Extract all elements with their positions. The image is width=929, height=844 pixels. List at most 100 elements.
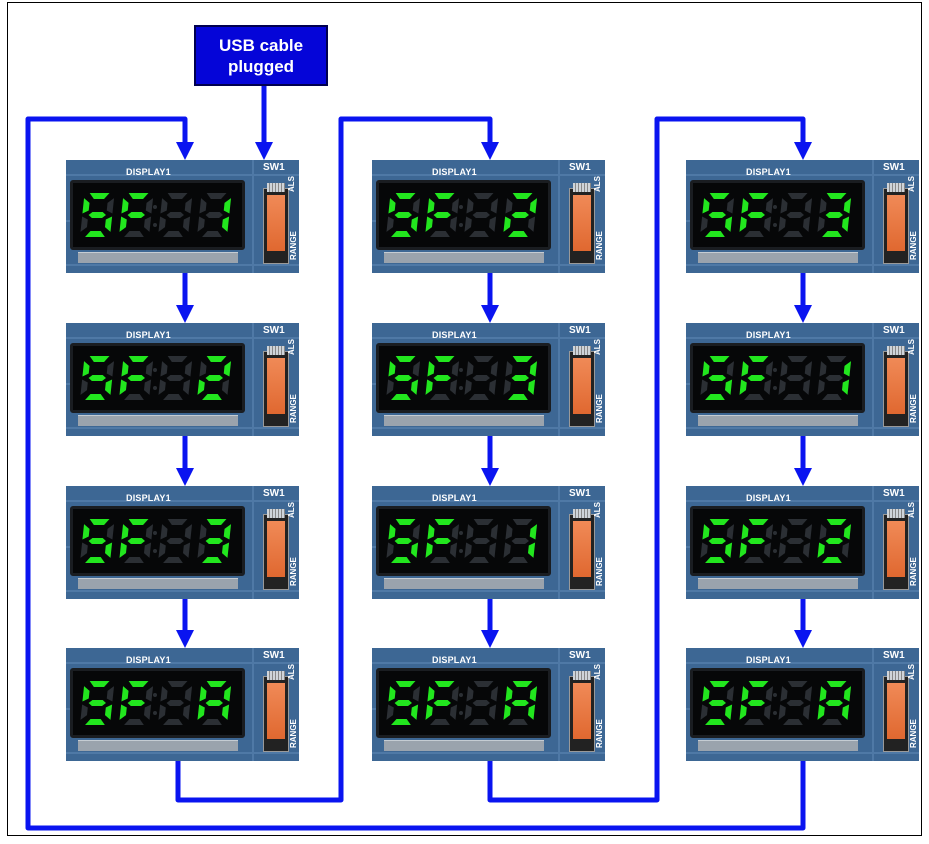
- segment-g: [205, 538, 223, 544]
- segment-e: [778, 379, 786, 395]
- segment-e: [119, 704, 127, 720]
- segment-d: [822, 231, 842, 237]
- segment-d: [469, 394, 489, 400]
- digit-2: [425, 193, 460, 237]
- colon-dot: [459, 205, 463, 209]
- segment-a: [395, 519, 416, 525]
- segment-g: [205, 212, 223, 218]
- down-arrow-icon: [794, 468, 812, 486]
- digit-4: [817, 356, 852, 400]
- segment-b: [223, 524, 232, 540]
- display1-label: DISPLAY1: [126, 167, 171, 177]
- segment-f: [702, 524, 710, 540]
- segment-b: [726, 686, 735, 702]
- segment-g: [433, 375, 451, 381]
- segment-a: [167, 356, 188, 362]
- segment-e: [197, 216, 205, 232]
- range-label: RANGE: [595, 231, 604, 260]
- pcb-trace: [372, 174, 605, 176]
- segment-f: [780, 361, 788, 377]
- segment-b: [451, 686, 460, 702]
- segment-g: [786, 212, 804, 218]
- range-label: RANGE: [595, 719, 604, 748]
- segment-f: [82, 198, 90, 214]
- segment-a: [826, 519, 847, 525]
- display-bezel: [698, 252, 858, 263]
- switch-pad: [267, 183, 285, 192]
- segment-a: [826, 193, 847, 199]
- segment-b: [529, 524, 538, 540]
- digit-1: [80, 681, 115, 725]
- segment-e: [425, 216, 433, 232]
- segment-c: [143, 542, 152, 558]
- segment-a: [89, 681, 110, 687]
- switch-pad: [573, 671, 591, 680]
- pcb-trace: [66, 174, 299, 176]
- pcb-trace: [558, 160, 560, 273]
- segment-g: [825, 538, 843, 544]
- segment-g: [394, 700, 412, 706]
- segment-g: [472, 538, 490, 544]
- segment-d: [508, 394, 528, 400]
- segment-c: [527, 216, 536, 232]
- segment-c: [527, 379, 536, 395]
- segment-d: [705, 719, 725, 725]
- segment-d: [469, 557, 489, 563]
- digit-2: [119, 681, 154, 725]
- slide-switch: [883, 183, 909, 264]
- segment-c: [221, 379, 230, 395]
- sw1-label: SW1: [569, 325, 591, 336]
- segment-c: [449, 216, 458, 232]
- segment-e: [503, 379, 511, 395]
- segment-b: [145, 686, 154, 702]
- segment-g: [511, 538, 529, 544]
- seven-segment-display: [376, 343, 551, 413]
- pcb-trace: [66, 662, 299, 664]
- segment-c: [724, 704, 733, 720]
- digit-3: [464, 356, 499, 400]
- segment-a: [787, 356, 808, 362]
- pcb-trace: [686, 337, 919, 339]
- segment-c: [410, 379, 419, 395]
- display-digits: [386, 193, 538, 237]
- down-arrow-icon: [481, 305, 499, 323]
- segment-e: [80, 704, 88, 720]
- segment-g: [205, 375, 223, 381]
- display-bezel: [698, 415, 858, 426]
- segment-d: [705, 557, 725, 563]
- pcb-trace: [686, 427, 919, 429]
- pcb-trace: [686, 590, 919, 592]
- segment-b: [412, 686, 421, 702]
- segment-f: [466, 198, 474, 214]
- segment-a: [709, 193, 730, 199]
- segment-e: [700, 542, 708, 558]
- segment-g: [747, 700, 765, 706]
- colon-dot: [459, 386, 463, 390]
- segment-e: [158, 379, 166, 395]
- segment-d: [744, 557, 764, 563]
- pcb-trace: [66, 590, 299, 592]
- colon-dot: [153, 223, 157, 227]
- segment-a: [709, 519, 730, 525]
- segment-c: [410, 216, 419, 232]
- segment-g: [472, 375, 490, 381]
- segment-e: [739, 542, 747, 558]
- segment-e: [464, 542, 472, 558]
- segment-b: [726, 524, 735, 540]
- segment-b: [184, 524, 193, 540]
- switch-knob: [573, 683, 591, 739]
- segment-d: [783, 719, 803, 725]
- segment-e: [778, 704, 786, 720]
- segment-b: [412, 524, 421, 540]
- als-label: ALS: [287, 502, 296, 518]
- segment-e: [386, 542, 394, 558]
- display-digits: [386, 356, 538, 400]
- segment-a: [512, 519, 533, 525]
- segment-f: [819, 361, 827, 377]
- segment-e: [425, 542, 433, 558]
- display1-label: DISPLAY1: [432, 655, 477, 665]
- colon-dot: [153, 549, 157, 553]
- segment-c: [410, 704, 419, 720]
- segment-a: [512, 356, 533, 362]
- slide-switch: [263, 509, 289, 590]
